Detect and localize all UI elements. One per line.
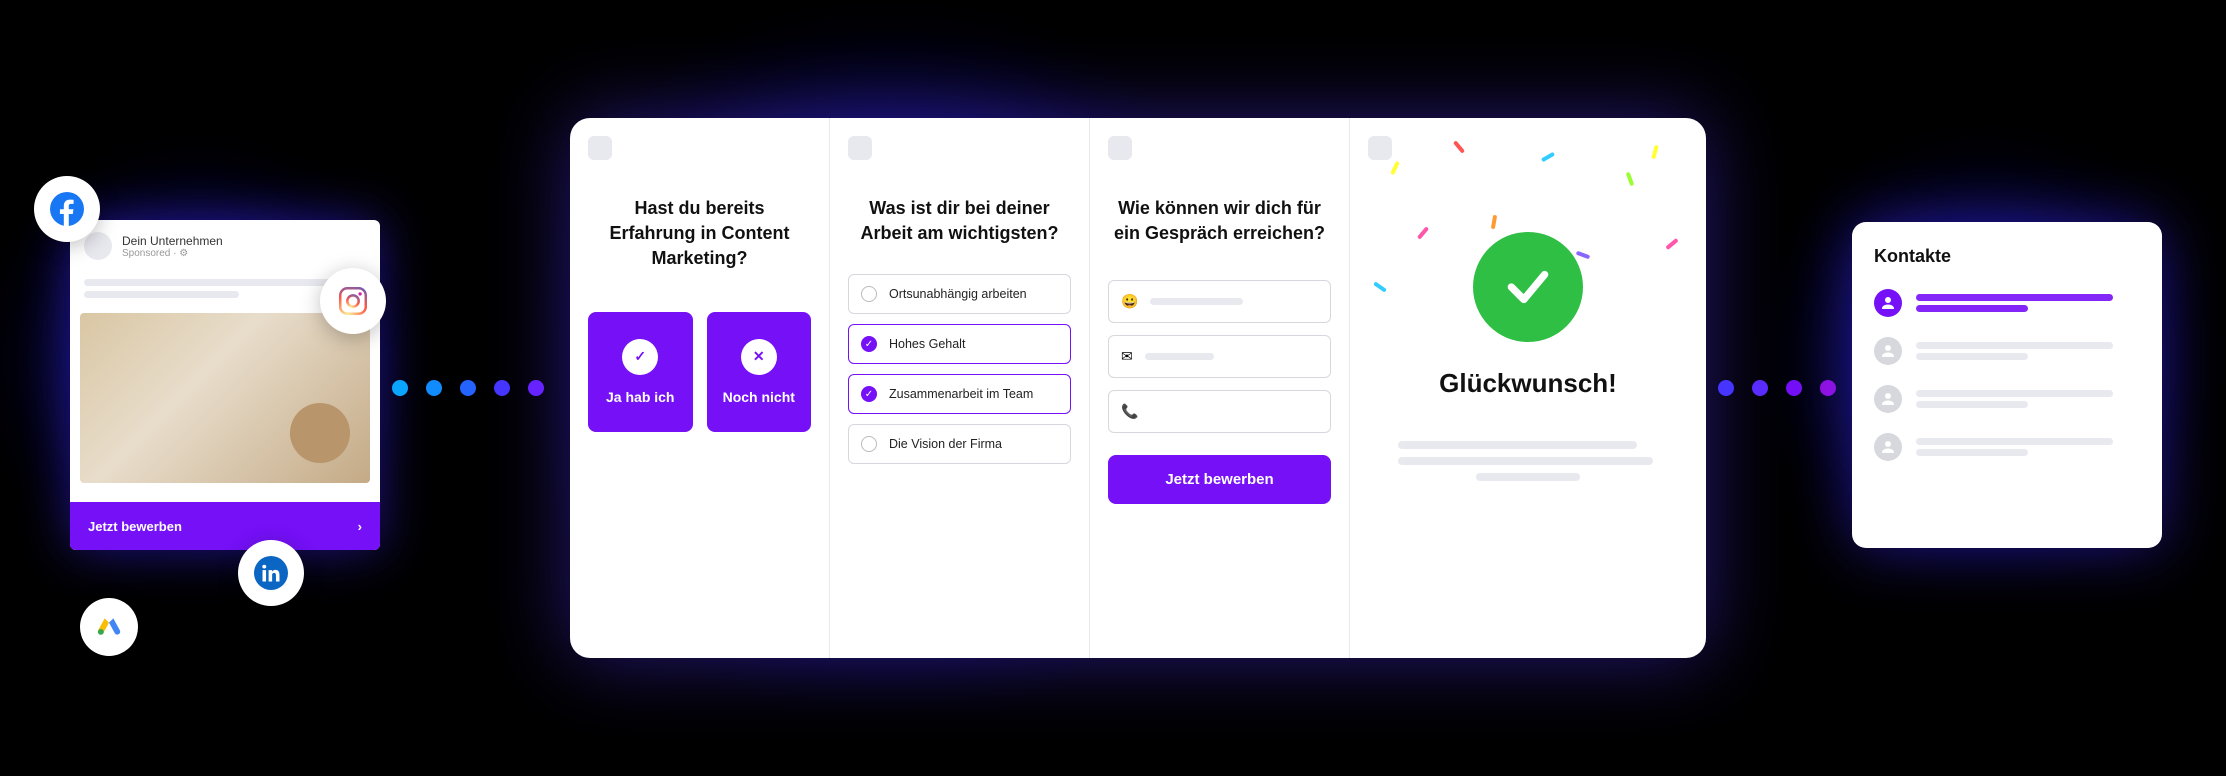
answer-yes-label: Ja hab ich xyxy=(606,389,674,405)
social-ad-card: Dein Unternehmen Sponsored · ⚙ Jetzt bew… xyxy=(70,220,380,550)
person-icon xyxy=(1874,385,1902,413)
option-label: Ortsunabhängig arbeiten xyxy=(889,287,1027,301)
field-icon: 😀 xyxy=(1121,293,1138,310)
ad-image xyxy=(80,313,370,483)
question: Wie können wir dich für ein Gespräch err… xyxy=(1108,196,1331,246)
step-icon-placeholder xyxy=(588,136,612,160)
close-icon: ✕ xyxy=(741,339,777,375)
flow-dots xyxy=(392,380,544,396)
contact-text-placeholder xyxy=(1916,386,2140,412)
option[interactable]: Ortsunabhängig arbeiten xyxy=(848,274,1071,314)
check-icon: ✓ xyxy=(622,339,658,375)
funnel-step-2: Was ist dir bei deiner Arbeit am wichtig… xyxy=(830,118,1090,658)
ad-company: Dein Unternehmen xyxy=(122,234,223,248)
funnel-step-success: Glückwunsch! xyxy=(1350,118,1706,658)
contact-row[interactable] xyxy=(1874,337,2140,365)
contact-text-placeholder xyxy=(1916,434,2140,460)
contact-row[interactable] xyxy=(1874,289,2140,317)
success-title: Glückwunsch! xyxy=(1368,368,1688,399)
chevron-right-icon: › xyxy=(358,519,362,534)
contacts-card: Kontakte xyxy=(1852,222,2162,548)
ad-cta-label: Jetzt bewerben xyxy=(88,519,182,534)
contact-row[interactable] xyxy=(1874,385,2140,413)
field-icon: 📞 xyxy=(1121,403,1138,420)
radio-icon xyxy=(861,386,877,402)
contact-field[interactable]: 😀 xyxy=(1108,280,1331,323)
success-check-icon xyxy=(1473,232,1583,342)
option-label: Die Vision der Firma xyxy=(889,437,1002,451)
person-icon xyxy=(1874,289,1902,317)
step-icon-placeholder xyxy=(848,136,872,160)
contact-text-placeholder xyxy=(1916,290,2140,316)
option-label: Hohes Gehalt xyxy=(889,337,965,351)
step-icon-placeholder xyxy=(1368,136,1392,160)
answer-yes-button[interactable]: ✓ Ja hab ich xyxy=(588,312,693,432)
ad-cta-button[interactable]: Jetzt bewerben › xyxy=(70,502,380,550)
linkedin-icon xyxy=(238,540,304,606)
submit-label: Jetzt bewerben xyxy=(1165,471,1273,488)
contact-field[interactable]: 📞 xyxy=(1108,390,1331,433)
funnel-step-1: Hast du bereits Erfahrung in Content Mar… xyxy=(570,118,830,658)
ad-sponsored-label: Sponsored · ⚙ xyxy=(122,248,223,259)
contact-row[interactable] xyxy=(1874,433,2140,461)
option[interactable]: Hohes Gehalt xyxy=(848,324,1071,364)
instagram-icon xyxy=(320,268,386,334)
question: Was ist dir bei deiner Arbeit am wichtig… xyxy=(848,196,1071,246)
person-icon xyxy=(1874,337,1902,365)
submit-button[interactable]: Jetzt bewerben xyxy=(1108,455,1331,504)
radio-icon xyxy=(861,336,877,352)
google-ads-icon xyxy=(80,598,138,656)
field-icon: ✉ xyxy=(1121,348,1133,365)
flow-dots xyxy=(1718,380,1870,396)
radio-icon xyxy=(861,436,877,452)
option[interactable]: Zusammenarbeit im Team xyxy=(848,374,1071,414)
avatar xyxy=(84,232,112,260)
question: Hast du bereits Erfahrung in Content Mar… xyxy=(588,196,811,272)
option[interactable]: Die Vision der Firma xyxy=(848,424,1071,464)
facebook-icon xyxy=(34,176,100,242)
person-icon xyxy=(1874,433,1902,461)
answer-no-button[interactable]: ✕ Noch nicht xyxy=(707,312,812,432)
answer-no-label: Noch nicht xyxy=(723,389,795,405)
contact-field[interactable]: ✉ xyxy=(1108,335,1331,378)
step-icon-placeholder xyxy=(1108,136,1132,160)
radio-icon xyxy=(861,286,877,302)
funnel-panel: Hast du bereits Erfahrung in Content Mar… xyxy=(570,118,1706,658)
funnel-step-3: Wie können wir dich für ein Gespräch err… xyxy=(1090,118,1350,658)
contacts-title: Kontakte xyxy=(1874,246,2140,267)
option-label: Zusammenarbeit im Team xyxy=(889,387,1033,401)
success-text-placeholder xyxy=(1398,433,1658,489)
contact-text-placeholder xyxy=(1916,338,2140,364)
